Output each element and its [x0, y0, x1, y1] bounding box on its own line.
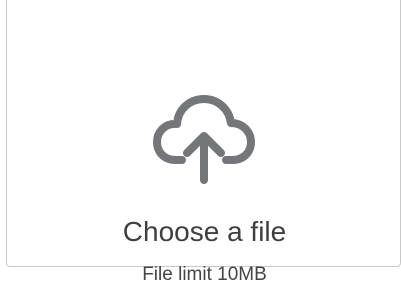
choose-file-label[interactable]: Choose a file: [0, 214, 401, 250]
file-limit-hint: File limit 10MB: [142, 264, 267, 285]
cloud-upload-icon: [153, 95, 255, 184]
